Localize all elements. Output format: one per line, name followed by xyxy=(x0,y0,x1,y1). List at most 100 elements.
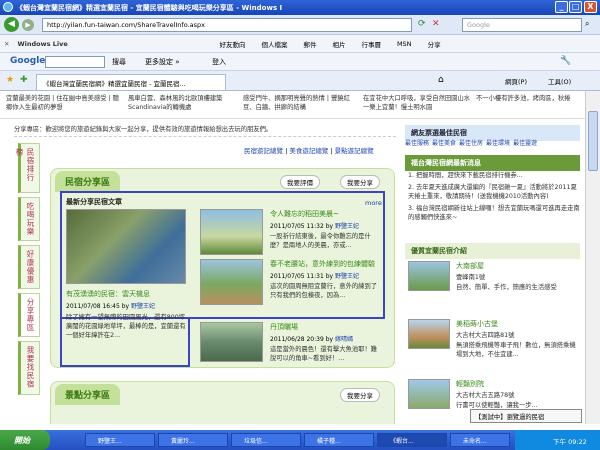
close-toolbar-icon[interactable]: ✕ xyxy=(4,40,9,48)
article-2-author[interactable]: 野鹽王妃 xyxy=(335,273,359,280)
rec-2-photo[interactable] xyxy=(408,319,450,349)
stop-icon[interactable]: ✕ xyxy=(432,19,440,29)
share-bar-text: 分享專區：歡迎將您的旅遊紀錄與大家一起分享，提供有效的旅遊情報給想出去玩的朋友們… xyxy=(14,126,273,133)
toolbar-item-photos[interactable]: 相片 xyxy=(332,39,345,49)
rec-2-name[interactable]: 美稻蒔小古堡 xyxy=(456,319,498,329)
page-menu[interactable]: 網頁(P) xyxy=(505,76,527,86)
minimize-button[interactable]: _ xyxy=(555,1,568,13)
back-icon[interactable]: ◀ xyxy=(4,17,19,32)
rec-3-name[interactable]: 輕豔別院 xyxy=(456,379,484,389)
taskbar-item-1[interactable]: 野鹽王... xyxy=(85,433,155,447)
taskbar-item-2[interactable]: 黃麗玲... xyxy=(158,433,228,447)
signin-link[interactable]: 登入 xyxy=(212,57,226,67)
article-2-meta: 2011/07/05 11:31 by 野鹽王妃 xyxy=(270,271,359,280)
title-bar: 《蝦台灣宜蘭民宿網》精選宜蘭民宿 - 宜蘭民宿體驗與吃喝玩樂分享區 - Wind… xyxy=(0,0,600,15)
rec-3-line1: 大吉村大吉五路78號 xyxy=(456,392,515,399)
windows-live-logo[interactable]: Windows Live xyxy=(17,40,197,48)
toolbar-item-share[interactable]: 分享 xyxy=(428,39,441,49)
rec-1-line1: 壹峰南1號 xyxy=(456,274,486,281)
google-search-input[interactable] xyxy=(45,56,105,68)
news-list: 1. 把握時間，趕快來下載民宿排行機券... 2. 去年夏天進成廣大還編的『民宿… xyxy=(408,171,580,222)
article-2-by: by xyxy=(325,273,334,280)
search-icon[interactable]: ⌕ xyxy=(585,19,589,29)
favorites-star-icon[interactable]: ★ xyxy=(6,75,14,85)
more-link[interactable]: more xyxy=(365,199,382,207)
article-3-photo[interactable] xyxy=(200,322,263,362)
article-1-title[interactable]: 令人難忘的稻田美晨~ xyxy=(270,209,339,219)
home-icon[interactable]: ⌂ xyxy=(438,75,444,85)
article-3-by: by xyxy=(325,336,334,343)
news-item-3[interactable]: 3. 福台灣民宿網新往站上線囉！想去宜蘭玩嗎還可進再走走南的感觸們快進來~ xyxy=(408,204,580,222)
article-3-title[interactable]: 丹頂曬場 xyxy=(270,322,298,332)
taskbar-item-3[interactable]: 垃圾信... xyxy=(231,433,301,447)
article-2-photo[interactable] xyxy=(200,259,263,305)
vtab-food[interactable]: 吃喝玩樂 xyxy=(18,197,40,241)
news-item-1[interactable]: 1. 把握時間，趕快來下載民宿排行機券... xyxy=(408,171,580,180)
rec-3-photo[interactable] xyxy=(408,379,450,409)
toolbar-item-profile[interactable]: 個人檔案 xyxy=(261,39,287,49)
toolbar-item-msn[interactable]: MSN xyxy=(397,40,412,48)
google-search-button[interactable]: 搜尋 xyxy=(112,57,126,67)
review-button[interactable]: 我要評價 xyxy=(280,175,320,189)
news-title: 福台灣民宿網最新消息 xyxy=(405,155,580,171)
hotlist-tab-tour[interactable]: 最佳靈遊 xyxy=(513,138,537,150)
main-article-author[interactable]: 野鹽王妃 xyxy=(131,303,155,310)
start-button[interactable]: 開始 xyxy=(0,430,50,450)
toolbar-item-friends[interactable]: 好友動向 xyxy=(219,39,245,49)
vtab-share[interactable]: 分享專區 xyxy=(18,293,40,337)
hotlist-tabs: 最佳服務 最佳美食 最佳住房 最佳環境 最佳靈遊 xyxy=(405,138,580,150)
add-favorite-icon[interactable]: ✚ xyxy=(20,75,28,85)
scenic-share-button[interactable]: 我要分享 xyxy=(340,388,380,402)
snippet-5[interactable]: 不一小樓有許多池，烤肉區，秋捲 xyxy=(476,94,581,103)
article-2-title[interactable]: 春不老腰站，意外練到的包練體驗 xyxy=(270,259,375,269)
snippet-4[interactable]: 在宜花中大口呼吸，享受自然田園山水一樂上宜蘭！慢土明水園 xyxy=(363,94,473,112)
snippet-3[interactable]: 感受門牛、摘那明亮聲的熱情 | 豐饒紅豆、白牆、拱廊的結構 xyxy=(243,94,353,112)
search-input[interactable]: Google xyxy=(462,18,582,32)
main-article-photo[interactable] xyxy=(66,209,186,284)
link-minsu-review[interactable]: 民宿遊記總覽 xyxy=(244,147,283,155)
rec-1-photo[interactable] xyxy=(408,261,450,291)
toolbar-item-mail[interactable]: 郵件 xyxy=(303,39,316,49)
article-2-body: 這次的園周無阻宜蘭行，意外的練到了只有我們的包棟夜，因為... xyxy=(270,283,378,299)
main-article-title[interactable]: 有茂湧湧的民宿：雲天機息 xyxy=(66,289,150,299)
rec-2-line2: 無須搭乘飛機等車子飛！數位，無須搭乘機場到大地，不住宜建... xyxy=(456,342,576,358)
maximize-button[interactable]: □ xyxy=(569,1,582,13)
tools-menu[interactable]: 工具(O) xyxy=(548,76,571,86)
link-scenic-review[interactable]: 景點遊記總覽 xyxy=(335,147,374,155)
forward-icon[interactable]: ▶ xyxy=(22,19,34,31)
article-1-photo[interactable] xyxy=(200,209,263,255)
snippet-1[interactable]: 宜蘭最美的花園 | 住在幽中島美感受 | 聽鄉你入生最初的夢想 xyxy=(6,94,121,112)
rec-1-name[interactable]: 大南部屋 xyxy=(456,261,484,271)
taskbar-item-5[interactable]: 《蝦台... xyxy=(377,433,447,447)
recommend-title: 優質宜蘭民宿介紹 xyxy=(405,243,580,259)
scrollbar[interactable] xyxy=(585,91,600,424)
tab-active[interactable]: 《蝦台灣宜蘭民宿網》精選宜蘭民宿 - 宜蘭民宿... xyxy=(36,74,226,90)
vtab-find[interactable]: 我要找民宿 xyxy=(18,341,40,395)
article-3-body: 這是當外的晨色！還有擊大魚池耶！難說可以的角車~看到好！... xyxy=(270,346,378,362)
taskbar-item-6[interactable]: 未命名... xyxy=(450,433,510,447)
more-settings-link[interactable]: 更多設定 » xyxy=(145,57,180,67)
hotlist-tab-env[interactable]: 最佳環境 xyxy=(486,138,510,150)
close-button[interactable]: X xyxy=(584,1,597,13)
scenic-panel-title: 景點分享區 xyxy=(55,384,121,405)
wrench-icon[interactable]: 🔧 xyxy=(560,56,571,66)
recent-viewed-label: 【測試中】瀏覽過的民宿 xyxy=(475,414,545,421)
recent-viewed-popup[interactable]: 【測試中】瀏覽過的民宿 xyxy=(470,409,582,423)
vtab-deals[interactable]: 好康優惠 xyxy=(18,245,40,289)
link-food-review[interactable]: 美食遊記總覽 xyxy=(289,147,328,155)
url-field[interactable]: http://yilan.fun-taiwan.com/ShareTravelI… xyxy=(42,18,412,32)
news-item-2[interactable]: 2. 去年夏天進成廣大還編的『民宿雜一夏』活動將於2011夏天捲土重來，敬請期待… xyxy=(408,183,580,201)
refresh-icon[interactable]: ⟳ xyxy=(418,19,426,29)
snippet-2[interactable]: 風車白雲、森林風的北歐頂樓建築Scandinavia的轉機處 xyxy=(128,94,238,112)
hotlist-tab-food[interactable]: 最佳美食 xyxy=(432,138,456,150)
article-3-author[interactable]: 嫁晴嫣 xyxy=(335,336,353,343)
share-button[interactable]: 我要分享 xyxy=(340,175,380,189)
scroll-thumb[interactable] xyxy=(588,111,598,171)
hotlist-tab-service[interactable]: 最佳服務 xyxy=(405,138,429,150)
windows-live-toolbar: ✕ Windows Live 好友動向 個人檔案 郵件 相片 行事曆 MSN 分… xyxy=(0,35,600,53)
vtab-ranking[interactable]: 民宿排行榜 xyxy=(15,143,40,193)
toolbar-item-calendar[interactable]: 行事曆 xyxy=(361,39,381,49)
hotlist-tab-room[interactable]: 最佳住房 xyxy=(459,138,483,150)
article-1-author[interactable]: 野鹽王妃 xyxy=(335,223,359,230)
taskbar-item-4[interactable]: 橘子種... xyxy=(304,433,374,447)
